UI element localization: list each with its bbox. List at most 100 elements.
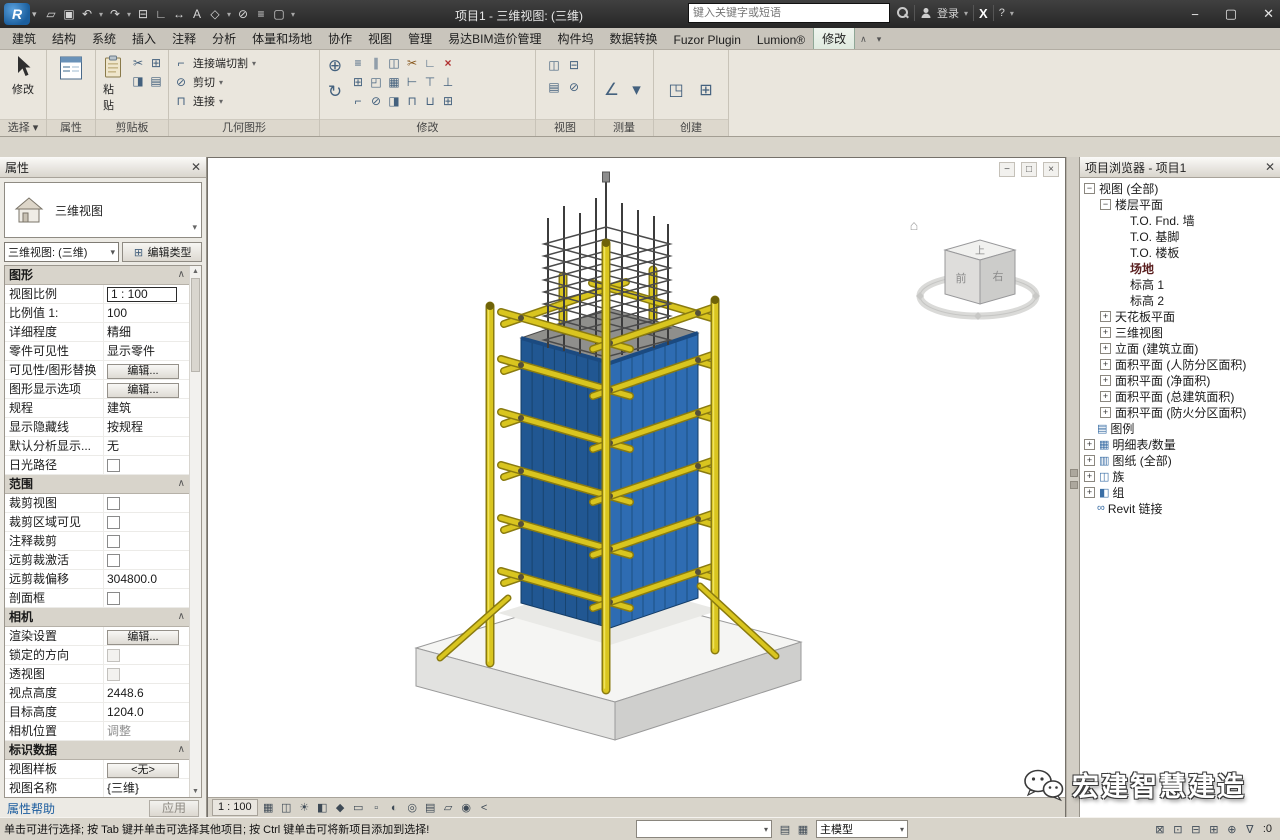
ribbon-cycle-dropdown-icon[interactable]: ▾ [872,34,887,49]
property-row[interactable]: 剖面框∧ [5,589,190,608]
worksets-icon[interactable]: ▤ [776,821,794,837]
close-project-browser-icon[interactable]: ✕ [1265,160,1275,174]
viewport-close-icon[interactable]: × [1043,162,1059,177]
panel-label-measure[interactable]: 测量 [595,119,653,136]
measure-icon[interactable]: ∟ [153,5,170,23]
3d-view-dropdown-icon[interactable]: ▾ [225,5,234,23]
ribbon-tab[interactable]: 插入 [124,27,164,49]
tree-expander-icon[interactable]: + [1100,391,1111,402]
copy-icon[interactable]: ⊞ [350,74,366,90]
section-collapse-icon[interactable]: ∧ [178,266,185,284]
active-workset-select[interactable]: 主模型▾ [816,820,908,838]
rendering-dialog-icon[interactable]: ◆ [332,800,349,816]
tree-expander-icon[interactable]: + [1084,439,1095,450]
section-collapse-icon[interactable]: ∧ [178,741,185,759]
select-by-face-toggle-icon[interactable]: ⊞ [1205,821,1223,837]
panel-label-create[interactable]: 创建 [654,119,728,136]
redo-icon[interactable]: ↷ [107,5,124,23]
ribbon-tab[interactable]: Fuzor Plugin [666,30,749,49]
measure-dropdown-icon[interactable]: ▾ [626,79,648,101]
print-icon[interactable]: ⊟ [135,5,152,23]
property-row[interactable]: 比例值 1:100∧ [5,304,190,323]
checkbox[interactable] [107,535,120,548]
splitter-grip-icon[interactable] [1070,469,1078,477]
copy-to-clipboard-icon[interactable]: ⊞ [148,55,164,71]
paint-icon[interactable]: ◨ [386,93,402,109]
search-input[interactable] [688,3,890,23]
property-row[interactable]: 日光路径∧ [5,456,190,475]
property-row[interactable]: 视图名称{三维}∧ [5,779,190,797]
thin-lines-icon[interactable]: ≡ [253,5,270,23]
unpin-icon[interactable]: ⊥ [440,74,456,90]
ribbon-tab[interactable]: 易达BIM造价管理 [440,27,549,49]
property-row[interactable]: 显示隐藏线按规程∧ [5,418,190,437]
tree-item[interactable]: 标高 1 [1080,276,1280,292]
property-row[interactable]: 视图样板<无>∧ [5,760,190,779]
viewcube[interactable]: 上 前 右 ⌂ [910,217,1040,320]
tree-item[interactable]: −视图 (全部) [1080,180,1280,196]
mirror-icon[interactable]: ◫ [386,55,402,71]
edit-type-button[interactable]: ⊞ 编辑类型 [122,242,202,262]
panel-label-properties[interactable]: 属性 [47,119,95,136]
create-similar-icon[interactable]: ⊞ [695,79,717,101]
panel-label-geometry[interactable]: 几何图形 [169,119,319,136]
viewport-minimize-icon[interactable]: − [999,162,1015,177]
checkbox[interactable] [107,668,120,681]
view-filter-combo[interactable]: 三维视图: (三维) ▾ [4,242,119,262]
tree-item[interactable]: T.O. Fnd. 墙 [1080,212,1280,228]
tree-expander-icon[interactable]: + [1100,343,1111,354]
switch-windows-icon[interactable]: ▢ [271,5,288,23]
sun-path-icon[interactable]: ☀ [296,800,313,816]
open-file-icon[interactable]: ▱ [43,5,60,23]
select-links-toggle-icon[interactable]: ⊠ [1151,821,1169,837]
property-row[interactable]: 裁剪视图∧ [5,494,190,513]
application-menu-button[interactable]: R [4,3,30,25]
ribbon-collapse-icon[interactable]: ∧ [855,34,872,49]
property-row[interactable]: 远剪裁激活∧ [5,551,190,570]
viewcube-top-label[interactable]: 上 [975,245,985,257]
select-pinned-toggle-icon[interactable]: ⊟ [1187,821,1205,837]
scroll-up-icon[interactable]: ▲ [190,266,201,277]
sign-in-dropdown-icon[interactable]: ▾ [964,9,968,18]
viewcube-front-label[interactable]: 前 [956,271,967,285]
hide-elements-icon[interactable]: ⊟ [566,57,582,73]
properties-scrollbar[interactable]: ▲ ▼ [189,266,201,797]
temporary-hide-isolate-icon[interactable]: ◐ [386,800,403,816]
property-row[interactable]: 透视图∧ [5,665,190,684]
close-properties-icon[interactable]: ✕ [191,160,201,174]
property-row[interactable]: 远剪裁偏移304800.0∧ [5,570,190,589]
cut-geometry-icon[interactable]: ⊘ [368,93,384,109]
property-row[interactable]: 零件可见性显示零件∧ [5,342,190,361]
panel-label-view[interactable]: 视图 [536,119,594,136]
undo-dropdown-icon[interactable]: ▾ [97,5,106,23]
ribbon-tab[interactable]: 视图 [360,27,400,49]
paste-options-icon[interactable]: ▤ [148,73,164,89]
extend-icon[interactable]: ⊢ [404,74,420,90]
section-icon[interactable]: ⊘ [235,5,252,23]
type-selector-dropdown-icon[interactable]: ▾ [192,222,197,233]
view-scale-button[interactable]: 1 : 100 [212,799,258,816]
drawing-area[interactable]: −□× [207,157,1066,818]
unhide-elements-icon[interactable]: ▤ [546,79,562,95]
property-row[interactable]: 相机位置调整∧ [5,722,190,741]
property-row[interactable]: 图形∧ [5,266,190,285]
panel-label-select[interactable]: 选择 ▾ [0,119,46,136]
expand-viewbar-icon[interactable]: < [476,800,493,816]
ribbon-tab[interactable]: Lumion® [749,30,813,49]
show-crop-region-icon[interactable]: ▫ [368,800,385,816]
property-row[interactable]: 规程建筑∧ [5,399,190,418]
drag-on-selection-toggle-icon[interactable]: ⊕ [1223,821,1241,837]
apply-button[interactable]: 应用 [149,800,199,817]
redo-dropdown-icon[interactable]: ▾ [125,5,134,23]
tree-expander-icon[interactable]: + [1100,327,1111,338]
tree-item[interactable]: +面积平面 (总建筑面积) [1080,388,1280,404]
property-row[interactable]: 锁定的方向∧ [5,646,190,665]
worksharing-display-icon[interactable]: ▤ [422,800,439,816]
filter-icon[interactable]: ∇ [1241,821,1259,837]
tree-item[interactable]: +▦明细表/数量 [1080,436,1280,452]
tree-item[interactable]: +▥图纸 (全部) [1080,452,1280,468]
tree-item[interactable]: ∞Revit 链接 [1080,500,1280,516]
checkbox[interactable] [107,554,120,567]
properties-toggle-button[interactable] [56,53,86,119]
tree-item[interactable]: ▤图例 [1080,420,1280,436]
